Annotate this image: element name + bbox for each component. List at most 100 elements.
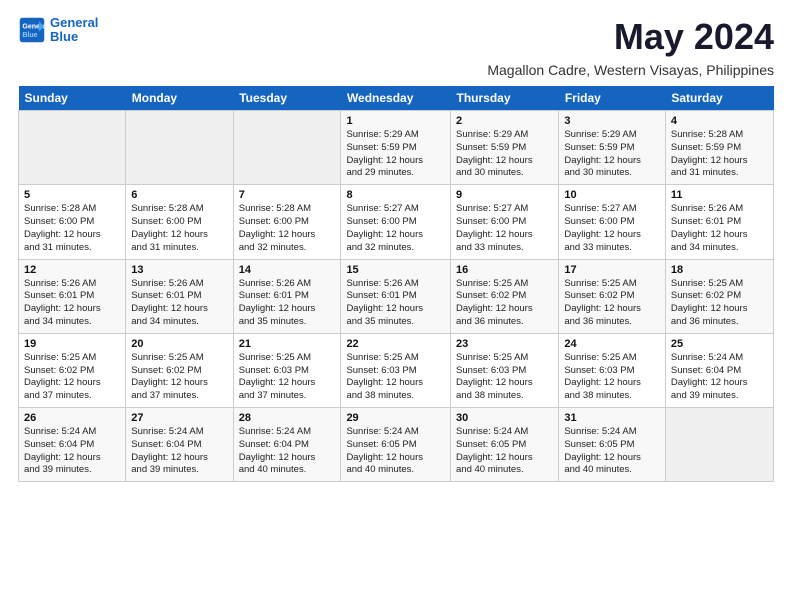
day-info: Sunrise: 5:26 AM Sunset: 6:01 PM Dayligh… [239, 278, 336, 329]
day-info: Sunrise: 5:27 AM Sunset: 6:00 PM Dayligh… [564, 203, 660, 254]
day-info: Sunrise: 5:27 AM Sunset: 6:00 PM Dayligh… [456, 203, 553, 254]
subtitle: Magallon Cadre, Western Visayas, Philipp… [18, 62, 774, 78]
day-number: 27 [131, 412, 227, 424]
day-info: Sunrise: 5:29 AM Sunset: 5:59 PM Dayligh… [346, 129, 445, 180]
day-info: Sunrise: 5:24 AM Sunset: 6:05 PM Dayligh… [564, 426, 660, 477]
table-row: 26 Sunrise: 5:24 AM Sunset: 6:04 PM Dayli… [19, 408, 126, 482]
col-monday: Monday [126, 86, 233, 111]
day-number: 16 [456, 264, 553, 276]
calendar-week-row: 1 Sunrise: 5:29 AM Sunset: 5:59 PM Daylig… [19, 111, 774, 185]
table-row: 19 Sunrise: 5:25 AM Sunset: 6:02 PM Dayli… [19, 333, 126, 407]
table-row: 8Sunrise: 5:27 AM Sunset: 6:00 PM Daylig… [341, 185, 451, 259]
table-row: 6 Sunrise: 5:28 AM Sunset: 6:00 PM Daylig… [126, 185, 233, 259]
day-number: 15 [346, 264, 445, 276]
day-number: 22 [346, 338, 445, 350]
day-info: Sunrise: 5:26 AM Sunset: 6:01 PM Dayligh… [346, 278, 445, 329]
table-row: 2Sunrise: 5:29 AM Sunset: 5:59 PM Daylig… [451, 111, 559, 185]
day-info: Sunrise: 5:25 AM Sunset: 6:03 PM Dayligh… [239, 352, 336, 403]
day-info: Sunrise: 5:28 AM Sunset: 5:59 PM Dayligh… [671, 129, 768, 180]
table-row: 15 Sunrise: 5:26 AM Sunset: 6:01 PM Dayli… [341, 259, 451, 333]
day-number: 6 [131, 189, 227, 201]
table-row: 29 Sunrise: 5:24 AM Sunset: 6:05 PM Dayli… [341, 408, 451, 482]
day-info: Sunrise: 5:26 AM Sunset: 6:01 PM Dayligh… [671, 203, 768, 254]
day-info: Sunrise: 5:25 AM Sunset: 6:02 PM Dayligh… [564, 278, 660, 329]
day-number: 31 [564, 412, 660, 424]
table-row: 20 Sunrise: 5:25 AM Sunset: 6:02 PM Dayli… [126, 333, 233, 407]
table-row: 7 Sunrise: 5:28 AM Sunset: 6:00 PM Daylig… [233, 185, 341, 259]
day-number: 10 [564, 189, 660, 201]
day-info: Sunrise: 5:25 AM Sunset: 6:02 PM Dayligh… [131, 352, 227, 403]
day-number: 19 [24, 338, 120, 350]
table-row: 5 Sunrise: 5:28 AM Sunset: 6:00 PM Daylig… [19, 185, 126, 259]
day-info: Sunrise: 5:25 AM Sunset: 6:03 PM Dayligh… [346, 352, 445, 403]
day-number: 8 [346, 189, 445, 201]
col-sunday: Sunday [19, 86, 126, 111]
day-number: 23 [456, 338, 553, 350]
day-number: 21 [239, 338, 336, 350]
day-info: Sunrise: 5:25 AM Sunset: 6:02 PM Dayligh… [671, 278, 768, 329]
logo-text: General Blue [50, 16, 98, 45]
day-info: Sunrise: 5:24 AM Sunset: 6:05 PM Dayligh… [346, 426, 445, 477]
table-row: 23 Sunrise: 5:25 AM Sunset: 6:03 PM Dayli… [451, 333, 559, 407]
table-row: 11 Sunrise: 5:26 AM Sunset: 6:01 PM Dayli… [665, 185, 773, 259]
table-row [665, 408, 773, 482]
page: General Blue General Blue May 2024 Magal… [0, 0, 792, 612]
day-info: Sunrise: 5:26 AM Sunset: 6:01 PM Dayligh… [131, 278, 227, 329]
table-row: 3Sunrise: 5:29 AM Sunset: 5:59 PM Daylig… [559, 111, 666, 185]
day-info: Sunrise: 5:25 AM Sunset: 6:03 PM Dayligh… [456, 352, 553, 403]
day-number: 25 [671, 338, 768, 350]
table-row [19, 111, 126, 185]
day-info: Sunrise: 5:28 AM Sunset: 6:00 PM Dayligh… [24, 203, 120, 254]
table-row: 22 Sunrise: 5:25 AM Sunset: 6:03 PM Dayli… [341, 333, 451, 407]
day-info: Sunrise: 5:29 AM Sunset: 5:59 PM Dayligh… [456, 129, 553, 180]
col-saturday: Saturday [665, 86, 773, 111]
header-row: General Blue General Blue May 2024 [18, 16, 774, 58]
day-number: 17 [564, 264, 660, 276]
day-info: Sunrise: 5:29 AM Sunset: 5:59 PM Dayligh… [564, 129, 660, 180]
day-number: 14 [239, 264, 336, 276]
table-row: 1 Sunrise: 5:29 AM Sunset: 5:59 PM Daylig… [341, 111, 451, 185]
day-number: 1 [346, 115, 445, 127]
calendar-week-row: 12 Sunrise: 5:26 AM Sunset: 6:01 PM Dayli… [19, 259, 774, 333]
day-info: Sunrise: 5:24 AM Sunset: 6:04 PM Dayligh… [131, 426, 227, 477]
table-row: 30 Sunrise: 5:24 AM Sunset: 6:05 PM Dayli… [451, 408, 559, 482]
calendar-header-row: Sunday Monday Tuesday Wednesday Thursday… [19, 86, 774, 111]
day-number: 13 [131, 264, 227, 276]
day-number: 26 [24, 412, 120, 424]
table-row: 31 Sunrise: 5:24 AM Sunset: 6:05 PM Dayli… [559, 408, 666, 482]
table-row: 9 Sunrise: 5:27 AM Sunset: 6:00 PM Daylig… [451, 185, 559, 259]
table-row: 28Sunrise: 5:24 AM Sunset: 6:04 PM Dayli… [233, 408, 341, 482]
table-row: 10 Sunrise: 5:27 AM Sunset: 6:00 PM Dayli… [559, 185, 666, 259]
day-info: Sunrise: 5:25 AM Sunset: 6:03 PM Dayligh… [564, 352, 660, 403]
table-row: 25Sunrise: 5:24 AM Sunset: 6:04 PM Dayli… [665, 333, 773, 407]
day-number: 5 [24, 189, 120, 201]
logo: General Blue General Blue [18, 16, 98, 45]
day-number: 30 [456, 412, 553, 424]
day-number: 9 [456, 189, 553, 201]
col-wednesday: Wednesday [341, 86, 451, 111]
day-number: 28 [239, 412, 336, 424]
table-row: 14 Sunrise: 5:26 AM Sunset: 6:01 PM Dayli… [233, 259, 341, 333]
day-number: 12 [24, 264, 120, 276]
day-info: Sunrise: 5:24 AM Sunset: 6:04 PM Dayligh… [24, 426, 120, 477]
month-title: May 2024 [614, 16, 774, 58]
calendar-week-row: 19 Sunrise: 5:25 AM Sunset: 6:02 PM Dayli… [19, 333, 774, 407]
day-number: 29 [346, 412, 445, 424]
table-row [233, 111, 341, 185]
day-number: 11 [671, 189, 768, 201]
day-info: Sunrise: 5:28 AM Sunset: 6:00 PM Dayligh… [239, 203, 336, 254]
day-info: Sunrise: 5:25 AM Sunset: 6:02 PM Dayligh… [456, 278, 553, 329]
table-row: 12Sunrise: 5:26 AM Sunset: 6:01 PM Dayli… [19, 259, 126, 333]
day-info: Sunrise: 5:25 AM Sunset: 6:02 PM Dayligh… [24, 352, 120, 403]
calendar-table: Sunday Monday Tuesday Wednesday Thursday… [18, 86, 774, 482]
col-tuesday: Tuesday [233, 86, 341, 111]
day-number: 7 [239, 189, 336, 201]
day-number: 20 [131, 338, 227, 350]
svg-text:Blue: Blue [22, 32, 37, 39]
table-row: 18Sunrise: 5:25 AM Sunset: 6:02 PM Dayli… [665, 259, 773, 333]
table-row: 4Sunrise: 5:28 AM Sunset: 5:59 PM Daylig… [665, 111, 773, 185]
table-row: 21 Sunrise: 5:25 AM Sunset: 6:03 PM Dayli… [233, 333, 341, 407]
table-row: 16 Sunrise: 5:25 AM Sunset: 6:02 PM Dayli… [451, 259, 559, 333]
day-info: Sunrise: 5:28 AM Sunset: 6:00 PM Dayligh… [131, 203, 227, 254]
day-info: Sunrise: 5:24 AM Sunset: 6:05 PM Dayligh… [456, 426, 553, 477]
